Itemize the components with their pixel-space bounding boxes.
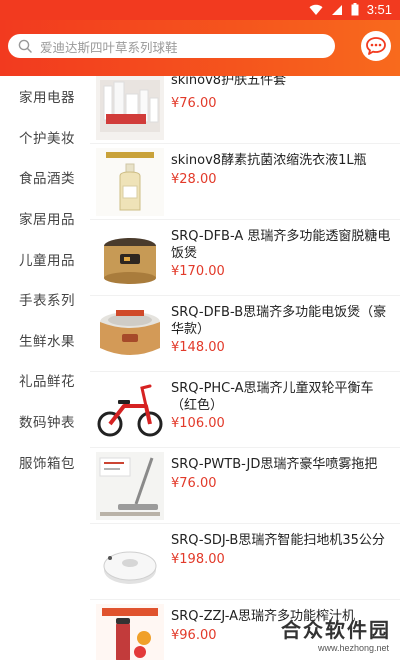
search-icon <box>18 38 34 54</box>
watermark-title: 合众软件园 <box>281 618 391 642</box>
sidebar-item-label: 礼品鲜花 <box>19 374 75 391</box>
message-button[interactable] <box>361 31 391 61</box>
product-price: ¥76.00 <box>171 476 217 491</box>
product-image <box>96 224 164 292</box>
product-image <box>96 376 164 444</box>
product-name: SRQ-DFB-B思瑞齐多功能电饭煲（豪华款） <box>171 305 387 337</box>
product-item[interactable]: SRQ-SDJ-B思瑞齐智能扫地机35公分 ¥198.00 <box>90 524 400 600</box>
product-image <box>96 604 164 660</box>
sidebar-item-kids[interactable]: 儿童用品 <box>0 238 90 279</box>
product-list: skinov8护肤五件套 ¥76.00 skinov8酵素抗菌浓缩洗衣液1L瓶 … <box>90 76 400 660</box>
battery-icon <box>351 3 359 16</box>
product-price: ¥106.00 <box>171 416 225 431</box>
sidebar-item-label: 食品酒类 <box>19 171 75 188</box>
chat-bubble-icon <box>366 37 386 55</box>
product-image <box>96 300 164 368</box>
product-image <box>96 148 164 216</box>
product-name: SRQ-PWTB-JD思瑞齐豪华喷雾拖把 <box>171 457 378 472</box>
product-item[interactable]: SRQ-PWTB-JD思瑞齐豪华喷雾拖把 ¥76.00 <box>90 448 400 524</box>
sidebar-item-watches[interactable]: 手表系列 <box>0 279 90 320</box>
search-placeholder: 爱迪达斯四叶草系列球鞋 <box>40 39 178 55</box>
sidebar-item-label: 数码钟表 <box>19 415 75 432</box>
sidebar-item-gifts-flowers[interactable]: 礼品鲜花 <box>0 360 90 401</box>
search-input[interactable]: 爱迪达斯四叶草系列球鞋 <box>8 34 335 58</box>
product-image <box>96 528 164 596</box>
header: 爱迪达斯四叶草系列球鞋 <box>0 20 400 76</box>
sidebar-item-label: 家居用品 <box>19 212 75 229</box>
product-item[interactable]: SRQ-DFB-A 思瑞齐多功能透窗脱糖电饭煲 ¥170.00 <box>90 220 400 296</box>
sidebar-item-label: 儿童用品 <box>19 252 75 269</box>
product-item[interactable]: SRQ-PHC-A思瑞齐儿童双轮平衡车（红色） ¥106.00 <box>90 372 400 448</box>
category-sidebar: 家用电器 个护美妆 食品酒类 家居用品 儿童用品 手表系列 生鲜水果 礼品鲜花 … <box>0 76 90 660</box>
product-price: ¥76.00 <box>171 96 217 111</box>
sidebar-item-label: 家用电器 <box>19 90 75 107</box>
product-name: SRQ-PHC-A思瑞齐儿童双轮平衡车（红色） <box>171 381 374 413</box>
sidebar-item-apparel-bags[interactable]: 服饰箱包 <box>0 441 90 482</box>
product-name: skinov8酵素抗菌浓缩洗衣液1L瓶 <box>171 153 367 168</box>
product-image <box>96 76 164 140</box>
product-price: ¥148.00 <box>171 340 225 355</box>
signal-icon <box>331 4 342 15</box>
sidebar-item-fresh-fruit[interactable]: 生鲜水果 <box>0 320 90 361</box>
sidebar-item-digital-clocks[interactable]: 数码钟表 <box>0 401 90 442</box>
product-price: ¥170.00 <box>171 264 225 279</box>
product-item[interactable]: SRQ-DFB-B思瑞齐多功能电饭煲（豪华款） ¥148.00 <box>90 296 400 372</box>
product-name: SRQ-SDJ-B思瑞齐智能扫地机35公分 <box>171 533 385 548</box>
product-price: ¥96.00 <box>171 628 217 643</box>
sidebar-item-food-drinks[interactable]: 食品酒类 <box>0 157 90 198</box>
sidebar-item-label: 个护美妆 <box>19 130 75 147</box>
watermark-url: www.hezhong.net <box>317 643 389 653</box>
status-bar: 3:51 <box>0 0 400 20</box>
product-price: ¥198.00 <box>171 552 225 567</box>
product-name: skinov8护肤五件套 <box>171 76 287 88</box>
product-name: SRQ-DFB-A 思瑞齐多功能透窗脱糖电饭煲 <box>171 229 391 261</box>
sidebar-item-personal-care[interactable]: 个护美妆 <box>0 117 90 158</box>
sidebar-item-label: 服饰箱包 <box>19 455 75 472</box>
sidebar-item-appliances[interactable]: 家用电器 <box>0 76 90 117</box>
product-image <box>96 452 164 520</box>
status-time: 3:51 <box>366 2 392 17</box>
site-watermark: 合众软件园 www.hezhong.net <box>272 614 397 658</box>
sidebar-item-household[interactable]: 家居用品 <box>0 198 90 239</box>
product-price: ¥28.00 <box>171 172 217 187</box>
product-item[interactable]: skinov8酵素抗菌浓缩洗衣液1L瓶 ¥28.00 <box>90 144 400 220</box>
sidebar-item-label: 生鲜水果 <box>19 333 75 350</box>
sidebar-item-label: 手表系列 <box>19 293 75 310</box>
wifi-icon <box>309 4 323 15</box>
product-item[interactable]: skinov8护肤五件套 ¥76.00 <box>90 76 400 144</box>
